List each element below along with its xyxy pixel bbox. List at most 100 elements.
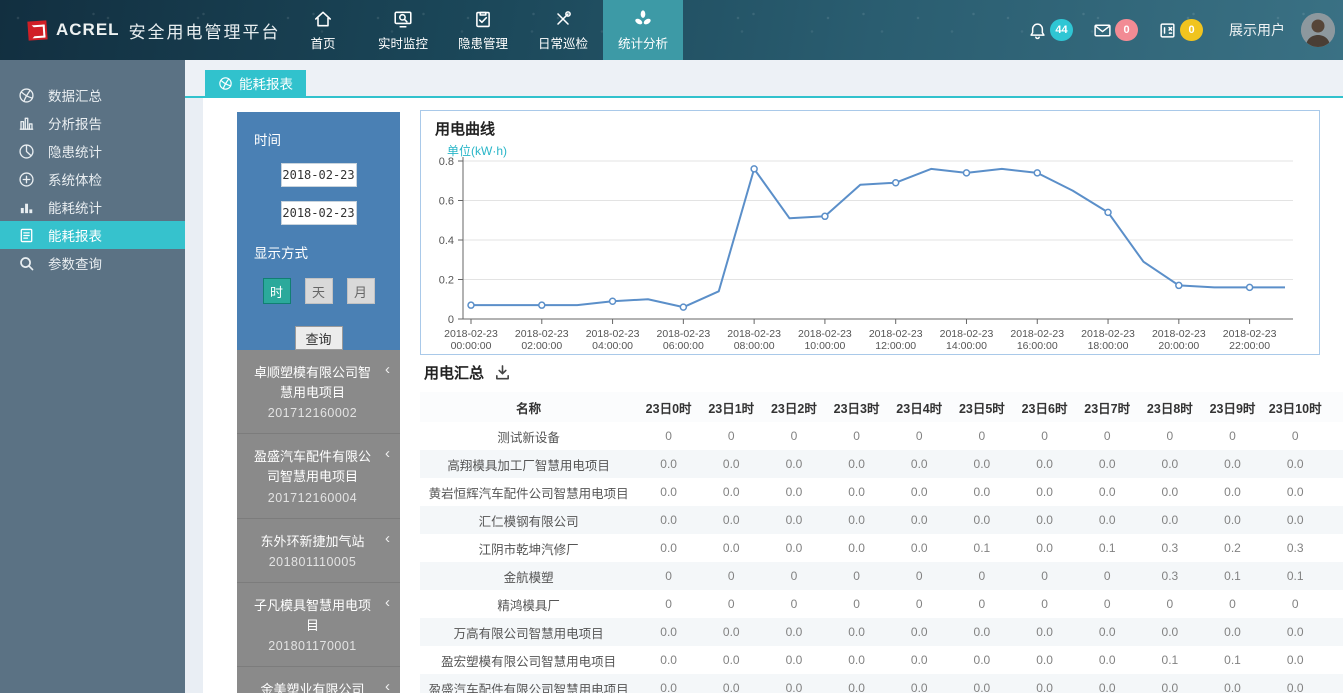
value-cell: 0 bbox=[825, 562, 888, 590]
value-cell: 0.0 bbox=[700, 674, 763, 693]
current-user-label: 展示用户 bbox=[1229, 20, 1285, 40]
sidebar-item-能耗报表[interactable]: 能耗报表 bbox=[0, 221, 185, 249]
row-name-cell: 盈宏塑模有限公司智慧用电项目 bbox=[420, 646, 637, 674]
display-mode-label: 显示方式 bbox=[254, 242, 400, 262]
chevron-left-icon[interactable]: ‹ bbox=[385, 446, 390, 461]
clipped-cell bbox=[1327, 674, 1343, 693]
project-id: 201712160002 bbox=[251, 406, 374, 420]
nav-item-隐患管理[interactable]: 隐患管理 bbox=[443, 0, 523, 60]
table-row: 盈宏塑模有限公司智慧用电项目0.00.00.00.00.00.00.00.00.… bbox=[420, 646, 1343, 674]
svg-text:0: 0 bbox=[448, 314, 454, 326]
acrel-logo-icon bbox=[27, 20, 47, 40]
value-cell: 0.0 bbox=[637, 478, 700, 506]
value-cell: 0.0 bbox=[951, 674, 1014, 693]
mode-button-月[interactable]: 月 bbox=[347, 278, 375, 304]
app-window: ACREL 安全用电管理平台 首页实时监控隐患管理日常巡检统计分析 4400展示… bbox=[0, 0, 1343, 693]
svg-text:04:00:00: 04:00:00 bbox=[592, 340, 633, 352]
table-row: 江阴市乾坤汽修厂0.00.00.00.00.00.10.00.10.30.20.… bbox=[420, 534, 1343, 562]
svg-text:08:00:00: 08:00:00 bbox=[734, 340, 775, 352]
mode-button-时[interactable]: 时 bbox=[263, 278, 291, 304]
chevron-left-icon[interactable]: ‹ bbox=[385, 595, 390, 610]
bell-notification[interactable]: 44 bbox=[1028, 19, 1073, 41]
value-cell: 0.0 bbox=[951, 450, 1014, 478]
project-list-item[interactable]: 卓顺塑模有限公司智慧用电项目201712160002‹ bbox=[237, 350, 400, 434]
project-list-item[interactable]: 子凡模具智慧用电项目201801170001‹ bbox=[237, 583, 400, 667]
column-header: 23日9时 bbox=[1201, 392, 1264, 422]
chevron-left-icon[interactable]: ‹ bbox=[385, 679, 390, 693]
value-cell: 0.0 bbox=[825, 646, 888, 674]
value-cell: 0 bbox=[1201, 590, 1264, 618]
nav-item-label: 日常巡检 bbox=[538, 33, 588, 52]
mode-button-天[interactable]: 天 bbox=[305, 278, 333, 304]
project-list-item[interactable]: 盈盛汽车配件有限公司智慧用电项目201712160004‹ bbox=[237, 434, 400, 518]
user-avatar[interactable] bbox=[1301, 13, 1335, 47]
value-cell: 0 bbox=[763, 562, 826, 590]
value-cell: 0.0 bbox=[1264, 618, 1327, 646]
value-cell: 0 bbox=[951, 590, 1014, 618]
value-cell: 0.1 bbox=[1076, 534, 1139, 562]
sidebar-item-系统体检[interactable]: 系统体检 bbox=[0, 165, 185, 193]
value-cell: 0 bbox=[1076, 562, 1139, 590]
value-cell: 0.0 bbox=[1264, 646, 1327, 674]
date-from-input[interactable] bbox=[281, 163, 357, 187]
query-button[interactable]: 查询 bbox=[295, 326, 343, 350]
value-cell: 0.0 bbox=[1013, 534, 1076, 562]
value-cell: 0.0 bbox=[700, 618, 763, 646]
sidebar-item-能耗统计[interactable]: 能耗统计 bbox=[0, 193, 185, 221]
task-notification[interactable]: 0 bbox=[1158, 19, 1203, 41]
chevron-left-icon[interactable]: ‹ bbox=[385, 531, 390, 546]
sidebar-item-label: 能耗统计 bbox=[48, 197, 102, 217]
sidebar-item-label: 系统体检 bbox=[48, 169, 102, 189]
usage-summary-table: 名称23日0时23日1时23日2时23日3时23日4时23日5时23日6时23日… bbox=[420, 392, 1343, 693]
sidebar-item-数据汇总[interactable]: 数据汇总 bbox=[0, 81, 185, 109]
table-row: 盈盛汽车配件有限公司智慧用电项目0.00.00.00.00.00.00.00.0… bbox=[420, 674, 1343, 693]
svg-text:10:00:00: 10:00:00 bbox=[804, 340, 845, 352]
report-ball-icon bbox=[218, 76, 233, 91]
nav-item-label: 实时监控 bbox=[378, 33, 428, 52]
project-list-item[interactable]: 东外环新捷加气站201801110005‹ bbox=[237, 519, 400, 583]
value-cell: 0.1 bbox=[1139, 646, 1202, 674]
clipped-cell bbox=[1327, 618, 1343, 646]
value-cell: 0 bbox=[700, 590, 763, 618]
date-to-input[interactable] bbox=[281, 201, 357, 225]
column-header: 名称 bbox=[420, 392, 637, 422]
nav-item-实时监控[interactable]: 实时监控 bbox=[363, 0, 443, 60]
value-cell: 0 bbox=[1013, 422, 1076, 450]
sidebar-item-分析报告[interactable]: 分析报告 bbox=[0, 109, 185, 137]
column-header: 23日7时 bbox=[1076, 392, 1139, 422]
nav-item-首页[interactable]: 首页 bbox=[283, 0, 363, 60]
value-cell: 0.3 bbox=[1264, 534, 1327, 562]
main-nav: 首页 实时监控隐患管理日常巡检统计分析 bbox=[283, 0, 683, 60]
clipped-cell bbox=[1327, 562, 1343, 590]
brand-area: ACREL 安全用电管理平台 bbox=[28, 0, 281, 60]
sidebar-item-参数查询[interactable]: 参数查询 bbox=[0, 249, 185, 277]
row-name-cell: 汇仁模钢有限公司 bbox=[420, 506, 637, 534]
project-name: 金美塑业有限公司 bbox=[251, 680, 374, 693]
value-cell: 0.0 bbox=[1201, 506, 1264, 534]
value-cell: 0.0 bbox=[637, 450, 700, 478]
clipboard-check-icon bbox=[473, 9, 493, 29]
mail-notification[interactable]: 0 bbox=[1093, 19, 1138, 41]
nav-item-label: 首页 bbox=[310, 33, 335, 52]
table-title: 用电汇总 bbox=[424, 362, 484, 383]
project-list-item[interactable]: 金美塑业有限公司 ‹ bbox=[237, 667, 400, 693]
value-cell: 0.0 bbox=[825, 674, 888, 693]
value-cell: 0.0 bbox=[1139, 450, 1202, 478]
value-cell: 0.1 bbox=[951, 534, 1014, 562]
value-cell: 0.0 bbox=[1264, 450, 1327, 478]
tab-label: 能耗报表 bbox=[239, 73, 293, 93]
value-cell: 0.0 bbox=[951, 478, 1014, 506]
download-icon[interactable] bbox=[494, 364, 511, 381]
home-icon bbox=[313, 9, 333, 29]
tab-energy-report[interactable]: 能耗报表 bbox=[205, 70, 306, 96]
sidebar-item-隐患统计[interactable]: 隐患统计 bbox=[0, 137, 185, 165]
value-cell: 0.3 bbox=[1139, 534, 1202, 562]
nav-item-统计分析[interactable]: 统计分析 bbox=[603, 0, 683, 60]
data-summary-icon bbox=[218, 76, 233, 91]
chevron-left-icon[interactable]: ‹ bbox=[385, 362, 390, 377]
svg-text:2018-02-23: 2018-02-23 bbox=[1223, 328, 1277, 340]
value-cell: 0.2 bbox=[1201, 534, 1264, 562]
value-cell: 0.0 bbox=[1076, 646, 1139, 674]
svg-text:2018-02-23: 2018-02-23 bbox=[1010, 328, 1064, 340]
nav-item-日常巡检[interactable]: 日常巡检 bbox=[523, 0, 603, 60]
